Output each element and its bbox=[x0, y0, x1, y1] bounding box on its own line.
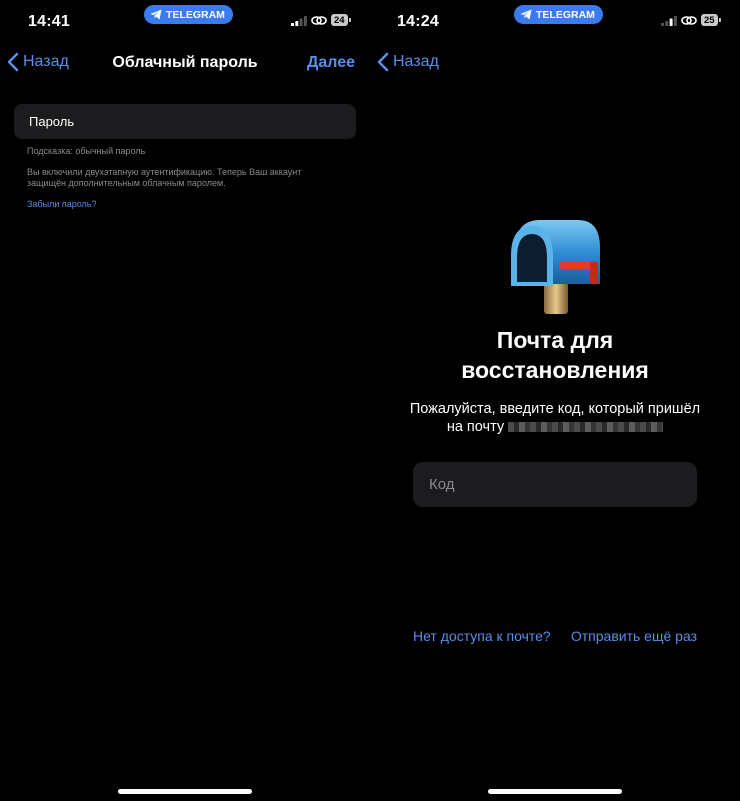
battery-icon: 24 bbox=[331, 14, 351, 26]
cloud-password-screen: 14:41 TELEGRAM 24 Назад Облачный пароль … bbox=[0, 0, 370, 801]
no-access-link[interactable]: Нет доступа к почте? bbox=[413, 628, 551, 644]
telegram-plane-icon bbox=[150, 9, 162, 20]
password-field[interactable]: Пароль bbox=[14, 104, 356, 139]
two-step-info: Вы включили двухэтапную аутентификацию. … bbox=[27, 167, 302, 188]
signal-icon bbox=[661, 15, 677, 26]
telegram-pill-label: TELEGRAM bbox=[536, 8, 595, 21]
link-icon bbox=[681, 15, 697, 25]
code-field[interactable] bbox=[413, 462, 697, 507]
recovery-email-screen: 14:24 TELEGRAM 25 Назад Почта для восста… bbox=[370, 0, 740, 801]
battery-icon: 25 bbox=[701, 14, 721, 26]
back-button[interactable]: Назад bbox=[377, 52, 439, 72]
desc-line-2: на почту bbox=[370, 418, 740, 436]
home-indicator[interactable] bbox=[118, 789, 252, 794]
desc-line-1: Пожалуйста, введите код, который пришёл bbox=[409, 401, 701, 417]
password-hint: Подсказка: обычный пароль bbox=[27, 146, 146, 156]
status-time: 14:24 bbox=[397, 13, 439, 30]
back-label: Назад bbox=[393, 53, 439, 70]
heading-line-1: Почта для bbox=[496, 327, 614, 353]
forgot-password-link[interactable]: Забыли пароль? bbox=[27, 199, 96, 209]
desc-line-2-text: на почту bbox=[446, 419, 505, 435]
chevron-left-icon bbox=[377, 52, 389, 72]
mailbox-icon bbox=[511, 220, 600, 314]
home-indicator[interactable] bbox=[488, 789, 622, 794]
signal-icon bbox=[291, 15, 307, 26]
redacted-email bbox=[508, 422, 664, 433]
status-icons: 25 bbox=[661, 14, 721, 26]
link-icon bbox=[311, 15, 327, 25]
telegram-pill[interactable]: TELEGRAM bbox=[144, 5, 233, 24]
next-button[interactable]: Далее bbox=[307, 54, 355, 72]
heading-line-2: восстановления bbox=[461, 357, 649, 383]
code-input[interactable] bbox=[427, 475, 683, 494]
recovery-links: Нет доступа к почте? Отправить ещё раз bbox=[413, 628, 697, 644]
status-time: 14:41 bbox=[28, 13, 70, 30]
telegram-pill-label: TELEGRAM bbox=[166, 8, 225, 21]
recovery-heading: Почта для восстановления bbox=[370, 325, 740, 385]
recovery-description: Пожалуйста, введите код, который пришёл … bbox=[370, 400, 740, 436]
status-icons: 24 bbox=[291, 14, 351, 26]
telegram-pill[interactable]: TELEGRAM bbox=[514, 5, 603, 24]
telegram-plane-icon bbox=[520, 9, 532, 20]
resend-link[interactable]: Отправить ещё раз bbox=[571, 628, 697, 644]
